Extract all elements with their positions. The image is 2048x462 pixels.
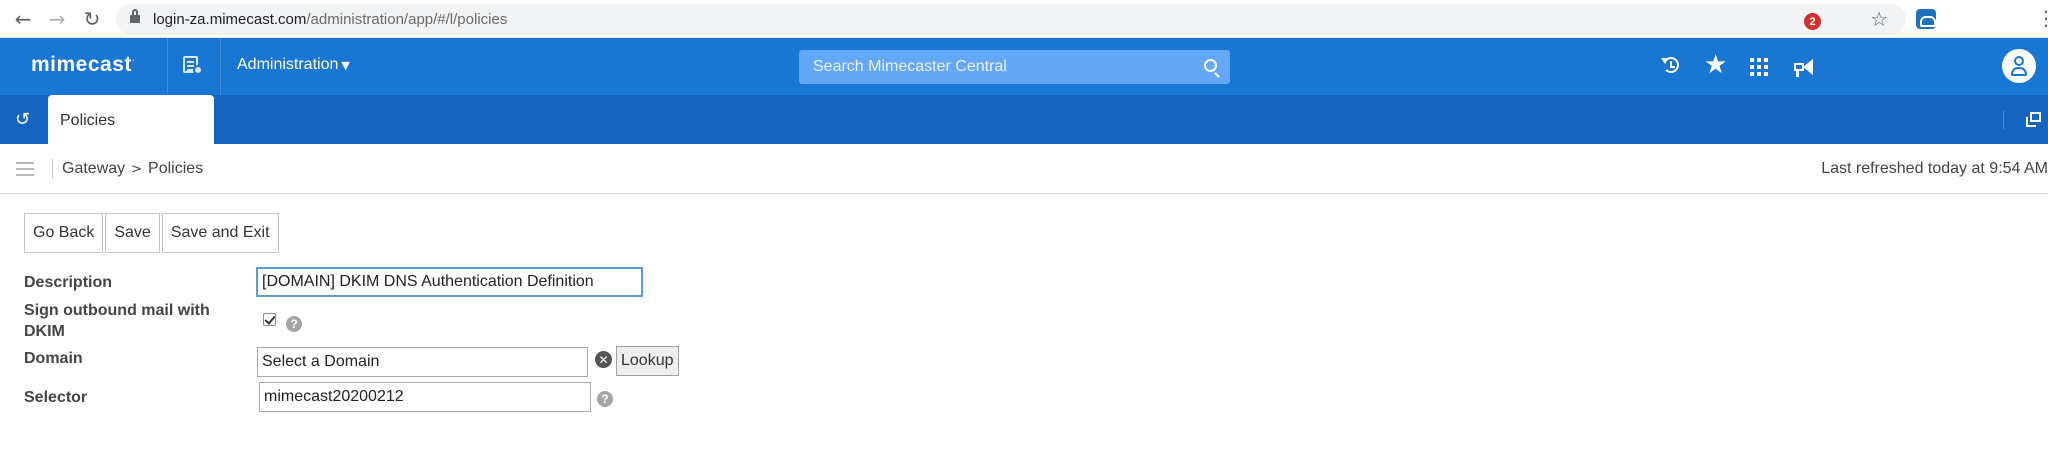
search-icon[interactable] xyxy=(1204,59,1217,72)
back-arrow-icon[interactable]: ← xyxy=(10,6,36,32)
apps-grid-icon[interactable] xyxy=(1750,58,1768,76)
browser-menu-icon[interactable]: ⋮ xyxy=(2036,6,2048,30)
refresh-sync-icon[interactable]: ↺ xyxy=(15,109,35,130)
popout-window-icon[interactable] xyxy=(2026,112,2042,127)
breadcrumb-item-policies: Policies xyxy=(148,160,204,177)
sign-dkim-label: Sign outbound mail with DKIM xyxy=(24,300,210,342)
clear-domain-icon[interactable]: ✕ xyxy=(595,351,612,368)
save-button[interactable]: Save xyxy=(105,213,160,253)
selector-label: Selector xyxy=(24,389,88,406)
history-icon[interactable] xyxy=(1661,55,1681,75)
form-toolbar: Go Back Save Save and Exit xyxy=(24,213,281,253)
breadcrumb-divider xyxy=(52,159,53,179)
tab-bar-divider xyxy=(2003,111,2004,129)
app-header: mimecast· Administration▼ ★ xyxy=(0,38,2048,95)
mimecast-logo[interactable]: mimecast· xyxy=(31,53,135,77)
search-input[interactable] xyxy=(799,50,1199,84)
sign-dkim-checkbox[interactable] xyxy=(263,313,276,326)
sign-dkim-help-icon[interactable]: ? xyxy=(286,316,302,332)
app-switcher-icon[interactable] xyxy=(183,56,205,76)
lock-icon xyxy=(130,9,140,24)
header-divider xyxy=(220,38,221,95)
breadcrumb-bar: Gateway > Policies Last refreshed today at… xyxy=(0,144,2048,194)
sign-dkim-label-line1: Sign outbound mail with xyxy=(24,302,210,319)
announcements-megaphone-icon[interactable] xyxy=(1792,57,1816,79)
notification-badge: 2 xyxy=(1804,13,1821,30)
breadcrumb-separator: > xyxy=(131,162,143,177)
bookmark-star-icon[interactable]: ☆ xyxy=(1870,7,1888,31)
forward-arrow-icon[interactable]: → xyxy=(44,6,70,32)
save-and-exit-button[interactable]: Save and Exit xyxy=(161,213,279,253)
breadcrumb: Gateway > Policies xyxy=(62,160,203,178)
address-bar[interactable]: login-za.mimecast.com/administration/app… xyxy=(116,4,1906,35)
url-text[interactable]: login-za.mimecast.com/administration/app… xyxy=(153,11,507,28)
lookup-button[interactable]: Lookup xyxy=(616,346,679,376)
global-search xyxy=(799,50,1230,84)
user-avatar[interactable] xyxy=(2002,49,2036,83)
tab-policies[interactable]: Policies xyxy=(48,95,214,144)
logo-mark: · xyxy=(131,55,136,65)
selector-input[interactable] xyxy=(259,382,591,412)
hamburger-menu-icon[interactable] xyxy=(16,162,34,176)
tab-label: Policies xyxy=(60,112,116,129)
last-refreshed-text: Last refreshed today at 9:54 AM xyxy=(1821,160,2048,177)
browser-toolbar: ← → ↻ login-za.mimecast.com/administrati… xyxy=(0,0,2048,38)
description-input[interactable] xyxy=(256,267,643,297)
url-path: /administration/app/#/l/policies xyxy=(306,11,508,28)
sign-dkim-label-line2: DKIM xyxy=(24,323,65,340)
description-label: Description xyxy=(24,274,113,291)
breadcrumb-item-gateway[interactable]: Gateway xyxy=(62,160,125,177)
go-back-button[interactable]: Go Back xyxy=(24,213,104,253)
extension-cloud-icon[interactable] xyxy=(1916,9,1936,29)
administration-menu-label: Administration xyxy=(237,56,339,73)
reload-icon[interactable]: ↻ xyxy=(79,6,105,32)
header-divider xyxy=(167,38,168,95)
domain-input[interactable] xyxy=(257,347,588,377)
administration-menu[interactable]: Administration ▼ xyxy=(237,56,350,74)
favorites-star-icon[interactable]: ★ xyxy=(1704,50,1727,80)
logo-text: mimecast xyxy=(31,53,132,76)
selector-help-icon[interactable]: ? xyxy=(597,391,613,407)
domain-label: Domain xyxy=(24,350,83,367)
tab-bar: ↺ Policies xyxy=(0,95,2048,144)
url-host: login-za.mimecast.com xyxy=(153,11,307,28)
chevron-down-icon: ▼ xyxy=(341,59,350,72)
